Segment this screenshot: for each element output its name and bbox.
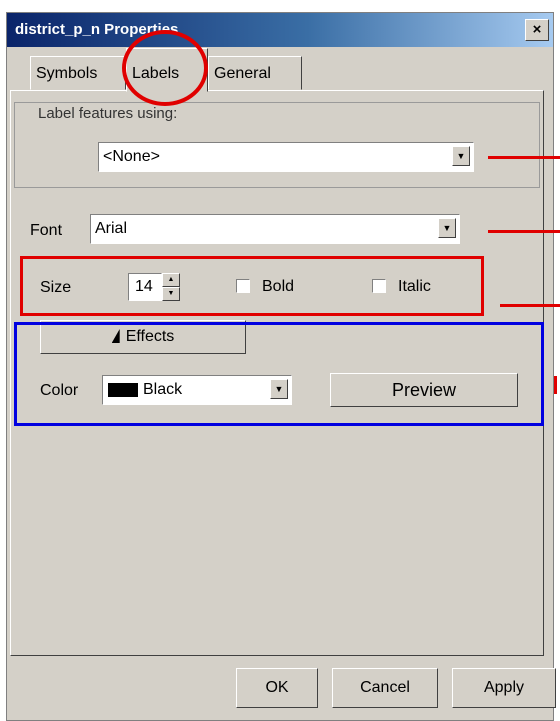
font-value: Arial <box>95 220 128 237</box>
tab-general-label: General <box>214 65 271 82</box>
annotation-pointer-line <box>554 376 557 394</box>
ok-button[interactable]: OK <box>236 668 318 708</box>
annotation-red-box <box>20 256 484 316</box>
close-button[interactable]: × <box>525 19 549 41</box>
title-bar: district_p_n Properties × <box>7 13 553 47</box>
tab-general[interactable]: General <box>208 56 302 90</box>
chevron-down-icon[interactable]: ▼ <box>452 146 470 166</box>
ok-button-label: OK <box>265 679 289 696</box>
label-field-value: <None> <box>103 148 160 165</box>
annotation-blue-box <box>14 322 544 426</box>
apply-button[interactable]: Apply <box>452 668 556 708</box>
annotation-circle <box>122 30 208 106</box>
cancel-button[interactable]: Cancel <box>332 668 438 708</box>
font-select[interactable]: Arial ▼ <box>90 214 460 244</box>
label-field-select[interactable]: <None> ▼ <box>98 142 474 172</box>
font-label: Font <box>30 222 63 239</box>
close-icon: × <box>532 21 542 38</box>
cancel-button-label: Cancel <box>360 679 410 696</box>
annotation-pointer-line <box>500 304 560 307</box>
apply-button-label: Apply <box>483 679 525 696</box>
annotation-pointer-line <box>488 156 560 159</box>
label-features-group-label: Label features using: <box>38 105 178 122</box>
annotation-pointer-line <box>488 230 560 233</box>
tab-symbols[interactable]: Symbols <box>30 56 126 90</box>
tab-symbols-label: Symbols <box>36 65 98 82</box>
chevron-down-icon[interactable]: ▼ <box>438 218 456 238</box>
